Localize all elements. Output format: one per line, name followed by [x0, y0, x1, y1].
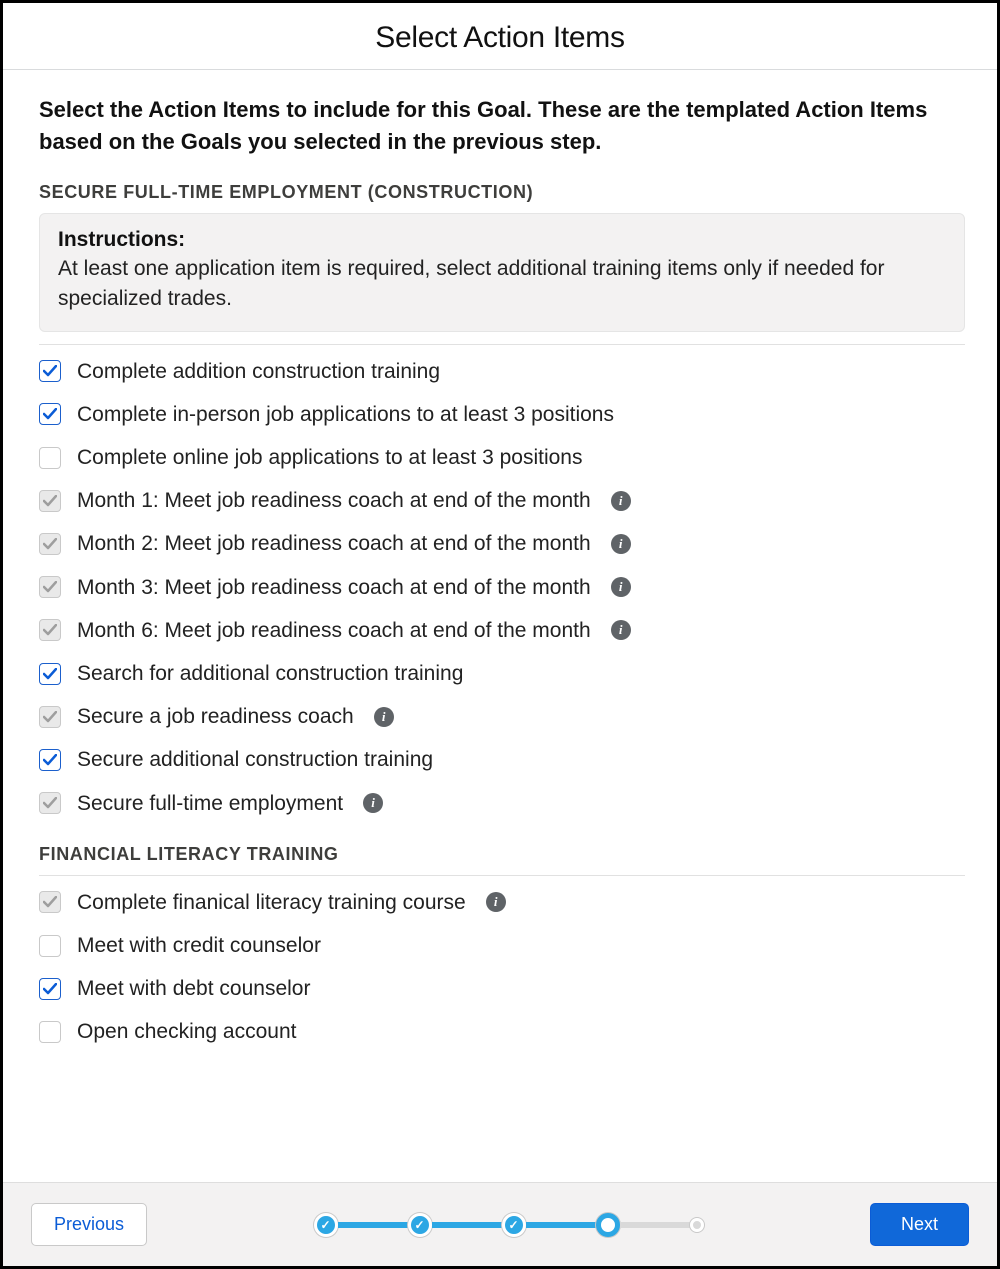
checkbox[interactable] [39, 360, 61, 382]
instructions-box: Instructions: At least one application i… [39, 213, 965, 332]
item-label: Secure a job readiness coach [77, 704, 354, 729]
item-label: Complete online job applications to at l… [77, 445, 582, 470]
item-label: Complete finanical literacy training cou… [77, 890, 466, 915]
modal-content: Select the Action Items to include for t… [3, 70, 997, 1182]
page-title: Select Action Items [3, 21, 997, 55]
info-icon[interactable]: i [611, 491, 631, 511]
previous-button[interactable]: Previous [31, 1203, 147, 1246]
section-title: SECURE FULL-TIME EMPLOYMENT (CONSTRUCTIO… [39, 182, 965, 203]
list-item: Complete online job applications to at l… [39, 445, 965, 470]
list-item: Meet with credit counselor [39, 933, 965, 958]
list-item: Secure additional construction training [39, 747, 965, 772]
checkbox[interactable] [39, 1021, 61, 1043]
list-item: Complete finanical literacy training cou… [39, 890, 965, 915]
progress-step [502, 1213, 526, 1237]
progress-step [408, 1213, 432, 1237]
list-item: Month 3: Meet job readiness coach at end… [39, 575, 965, 600]
list-item: Open checking account [39, 1019, 965, 1044]
list-item: Month 6: Meet job readiness coach at end… [39, 618, 965, 643]
item-label: Month 3: Meet job readiness coach at end… [77, 575, 591, 600]
section-employment: SECURE FULL-TIME EMPLOYMENT (CONSTRUCTIO… [39, 182, 965, 816]
checkbox-locked [39, 792, 61, 814]
progress-bar [338, 1222, 408, 1228]
intro-text: Select the Action Items to include for t… [39, 94, 965, 158]
info-icon[interactable]: i [374, 707, 394, 727]
checkbox[interactable] [39, 749, 61, 771]
progress-bar [620, 1222, 690, 1228]
divider [39, 875, 965, 876]
checkbox-locked [39, 576, 61, 598]
instructions-label: Instructions: [58, 228, 946, 252]
checkbox[interactable] [39, 935, 61, 957]
item-label: Open checking account [77, 1019, 296, 1044]
checkbox-locked [39, 619, 61, 641]
item-label: Month 2: Meet job readiness coach at end… [77, 531, 591, 556]
info-icon[interactable]: i [611, 620, 631, 640]
list-item: Month 2: Meet job readiness coach at end… [39, 531, 965, 556]
section-financial: FINANCIAL LITERACY TRAINING Complete fin… [39, 844, 965, 1045]
checkbox-locked [39, 891, 61, 913]
progress-bar [432, 1222, 502, 1228]
checkbox-locked [39, 490, 61, 512]
next-button[interactable]: Next [870, 1203, 969, 1246]
item-label: Month 6: Meet job readiness coach at end… [77, 618, 591, 643]
list-item: Meet with debt counselor [39, 976, 965, 1001]
list-item: Secure a job readiness coach i [39, 704, 965, 729]
info-icon[interactable]: i [486, 892, 506, 912]
modal-footer: Previous Next [3, 1182, 997, 1266]
list-item: Search for additional construction train… [39, 661, 965, 686]
item-label: Secure full-time employment [77, 791, 343, 816]
list-item: Complete addition construction training [39, 359, 965, 384]
item-label: Complete addition construction training [77, 359, 440, 384]
info-icon[interactable]: i [611, 577, 631, 597]
item-label: Complete in-person job applications to a… [77, 402, 614, 427]
item-label: Month 1: Meet job readiness coach at end… [77, 488, 591, 513]
checkbox[interactable] [39, 403, 61, 425]
progress-step-current [596, 1213, 620, 1237]
item-label: Search for additional construction train… [77, 661, 463, 686]
checkbox-locked [39, 706, 61, 728]
item-label: Secure additional construction training [77, 747, 433, 772]
progress-step [314, 1213, 338, 1237]
item-list-financial: Complete finanical literacy training cou… [39, 890, 965, 1045]
list-item: Secure full-time employment i [39, 791, 965, 816]
item-list-employment: Complete addition construction training … [39, 359, 965, 816]
checkbox[interactable] [39, 978, 61, 1000]
divider [39, 344, 965, 345]
item-label: Meet with debt counselor [77, 976, 310, 1001]
modal-header: Select Action Items [3, 3, 997, 70]
section-title: FINANCIAL LITERACY TRAINING [39, 844, 965, 865]
checkbox[interactable] [39, 663, 61, 685]
checkbox-locked [39, 533, 61, 555]
checkbox[interactable] [39, 447, 61, 469]
progress-bar [526, 1222, 596, 1228]
instructions-text: At least one application item is require… [58, 254, 946, 315]
progress-indicator [314, 1213, 704, 1237]
item-label: Meet with credit counselor [77, 933, 321, 958]
info-icon[interactable]: i [611, 534, 631, 554]
progress-step [690, 1218, 704, 1232]
list-item: Complete in-person job applications to a… [39, 402, 965, 427]
list-item: Month 1: Meet job readiness coach at end… [39, 488, 965, 513]
info-icon[interactable]: i [363, 793, 383, 813]
